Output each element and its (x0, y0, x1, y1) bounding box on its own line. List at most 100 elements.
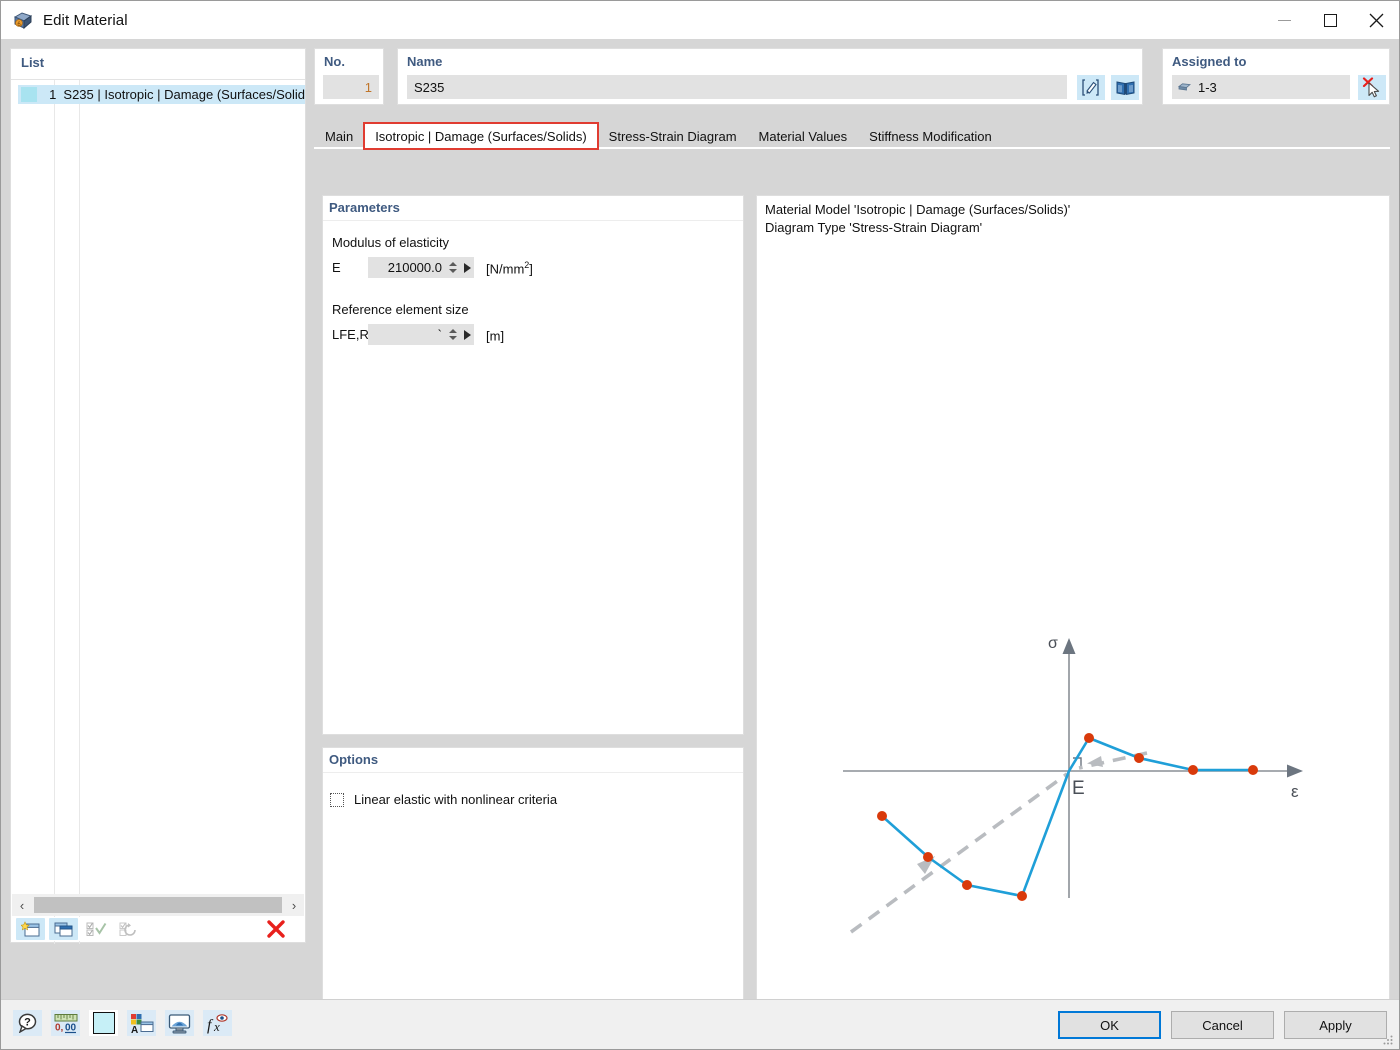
edit-material-window: 6 Edit Material List 1 S235 | Isotropic … (0, 0, 1400, 1050)
close-button[interactable] (1353, 1, 1399, 39)
data-point (1084, 733, 1094, 743)
list-item[interactable]: 1 S235 | Isotropic | Damage (Surfaces/So… (18, 85, 305, 104)
dialog-buttons: OK Cancel Apply (1058, 1011, 1387, 1039)
material-library-button[interactable] (1111, 75, 1139, 100)
assigned-to-value: 1-3 (1198, 79, 1217, 95)
options-title: Options (329, 752, 379, 767)
render-button[interactable] (165, 1010, 194, 1036)
modulus-unit-suffix: ] (529, 261, 533, 277)
spin-down-icon[interactable] (449, 269, 457, 273)
data-point (1017, 891, 1027, 901)
tab-stress-strain-diagram-label: Stress-Strain Diagram (608, 128, 737, 144)
apply-button[interactable]: Apply (1284, 1011, 1387, 1039)
clear-assignment-button[interactable] (1358, 75, 1386, 100)
svg-text:0,: 0, (55, 1022, 64, 1033)
reference-size-heading: Reference element size (332, 302, 469, 317)
data-point (877, 811, 887, 821)
scroll-left-arrow-icon[interactable]: ‹ (12, 894, 32, 916)
spin-up-icon[interactable] (449, 329, 457, 333)
modulus-unit: [N/mm2] (486, 260, 533, 276)
tab-stiffness-modification[interactable]: Stiffness Modification (858, 123, 1003, 149)
minimize-button[interactable] (1261, 1, 1307, 39)
diagram-material-model-text: Material Model 'Isotropic | Damage (Surf… (765, 202, 1071, 217)
svg-text:?: ? (24, 1017, 31, 1029)
display-properties-button[interactable]: A (127, 1010, 156, 1036)
chevron-right-icon (463, 329, 471, 340)
pencil-box-icon (1081, 79, 1099, 96)
options-divider (323, 772, 743, 773)
tab-isotropic-damage-label: Isotropic | Damage (Surfaces/Solids) (375, 128, 587, 144)
stress-strain-curve (881, 736, 1253, 898)
check-all-button[interactable] (82, 918, 111, 940)
tab-isotropic-damage[interactable]: Isotropic | Damage (Surfaces/Solids) (363, 122, 599, 150)
parameters-panel: Parameters Modulus of elasticity E [N/mm… (322, 195, 744, 735)
modulus-stepper[interactable] (368, 257, 474, 278)
assigned-to-input[interactable]: 1-3 (1172, 75, 1350, 99)
reference-size-stepper[interactable] (368, 324, 474, 345)
delete-material-button[interactable] (261, 918, 290, 940)
dialog-body: List 1 S235 | Isotropic | Damage (Surfac… (1, 39, 1399, 1015)
data-point (1188, 765, 1198, 775)
scroll-right-arrow-icon[interactable]: › (284, 894, 304, 916)
list-column-line-1 (54, 80, 55, 944)
list-column-line-2 (79, 80, 80, 944)
linear-elastic-checkbox[interactable] (330, 792, 344, 807)
name-input[interactable] (407, 75, 1067, 99)
maximize-button[interactable] (1307, 1, 1353, 39)
color-button[interactable] (89, 1010, 118, 1036)
help-button[interactable]: ? (13, 1010, 42, 1036)
modulus-heading: Modulus of elasticity (332, 235, 450, 250)
scrollbar-thumb[interactable] (34, 897, 282, 913)
svg-text:00: 00 (65, 1022, 77, 1033)
modulus-input[interactable] (368, 257, 446, 278)
spin-down-icon[interactable] (449, 336, 457, 340)
window-controls (1261, 1, 1399, 39)
reference-size-input[interactable] (368, 324, 446, 345)
tab-main[interactable]: Main (314, 123, 365, 149)
tab-stiffness-modification-label: Stiffness Modification (869, 128, 992, 144)
data-point (962, 880, 972, 890)
name-field-label: Name (407, 54, 443, 69)
footer-toolbar: ? 0, 00 A f x (13, 1010, 232, 1036)
red-x-cursor-icon (1362, 77, 1380, 98)
ruler-decimal-icon: 0, 00 (54, 1013, 77, 1033)
display-props-icon: A (130, 1013, 153, 1034)
list-item-label: S235 | Isotropic | Damage (Surfaces/Soli… (63, 87, 305, 102)
reference-size-unit-prefix: [m (486, 328, 501, 344)
parameters-title: Parameters (329, 200, 400, 215)
duplicate-material-button[interactable] (49, 918, 78, 940)
new-material-button[interactable] (16, 918, 45, 940)
units-button[interactable]: 0, 00 (51, 1010, 80, 1036)
parameters-divider (323, 220, 743, 221)
svg-text:f: f (207, 1017, 214, 1034)
y-axis-arrow-icon (1062, 638, 1076, 654)
formula-button[interactable]: f x (203, 1010, 232, 1036)
modulus-spinner-arrows[interactable] (446, 257, 460, 278)
tab-stress-strain-diagram[interactable]: Stress-Strain Diagram (597, 123, 748, 149)
options-panel: Options Linear elastic with nonlinear cr… (322, 747, 744, 1015)
tab-material-values[interactable]: Material Values (747, 123, 859, 149)
number-input[interactable] (323, 75, 379, 99)
list-horizontal-scrollbar[interactable]: ‹ › (12, 894, 304, 916)
reference-size-expand-button[interactable] (460, 324, 474, 345)
spin-up-icon[interactable] (449, 262, 457, 266)
reference-size-symbol: LFE,R (332, 327, 369, 342)
list-item-number: 1 (49, 87, 57, 102)
reset-selection-button[interactable] (115, 918, 144, 940)
list-header-divider (11, 79, 305, 80)
ok-button[interactable]: OK (1058, 1011, 1161, 1039)
list-toolbar (12, 917, 304, 941)
linear-elastic-label: Linear elastic with nonlinear criteria (354, 792, 558, 807)
assigned-to-label: Assigned to (1172, 54, 1247, 69)
reference-size-spinner-arrows[interactable] (446, 324, 460, 345)
reload-arrow-left-dashed (849, 772, 1069, 934)
cancel-button[interactable]: Cancel (1171, 1011, 1274, 1039)
book-icon (1116, 80, 1134, 95)
tab-main-label: Main (325, 128, 354, 144)
number-field-group: No. (314, 48, 384, 105)
surface-icon (1178, 82, 1191, 90)
linear-elastic-checkbox-row[interactable]: Linear elastic with nonlinear criteria (330, 792, 557, 807)
resize-grip-icon[interactable] (1382, 1034, 1394, 1046)
modulus-expand-button[interactable] (460, 257, 474, 278)
edit-name-button[interactable] (1077, 75, 1105, 100)
